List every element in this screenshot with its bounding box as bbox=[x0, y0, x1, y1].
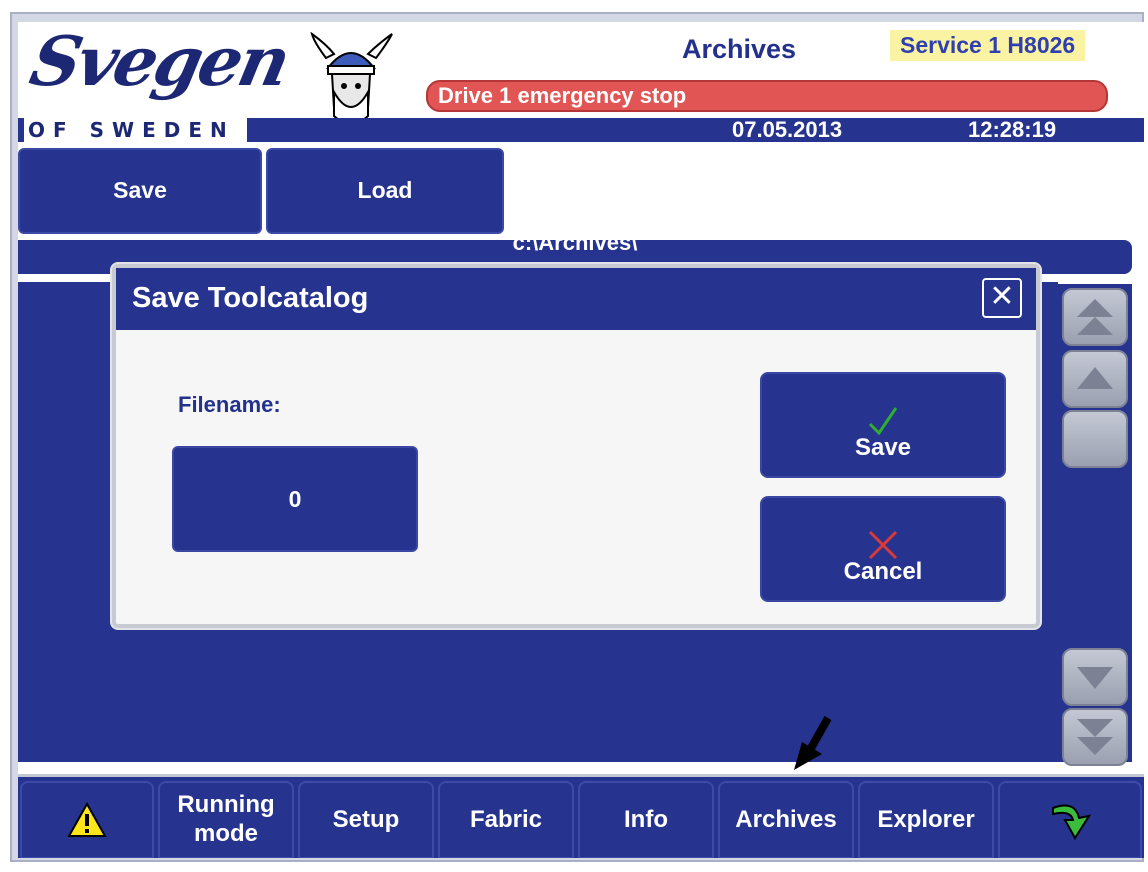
dialog-cancel-label: Cancel bbox=[843, 558, 923, 585]
service-badge: Service 1 H8026 bbox=[890, 30, 1086, 61]
nav-explorer[interactable]: Explorer bbox=[858, 781, 994, 858]
cross-icon bbox=[868, 530, 898, 560]
save-toolcatalog-dialog: Save Toolcatalog ✕ Filename: 0 Save Canc… bbox=[112, 264, 1040, 628]
filename-label: Filename: bbox=[178, 392, 281, 417]
alarm-banner[interactable]: Drive 1 emergency stop bbox=[426, 80, 1108, 112]
nav-setup[interactable]: Setup bbox=[298, 781, 434, 858]
scroll-up-button[interactable] bbox=[1062, 350, 1128, 408]
close-icon[interactable]: ✕ bbox=[982, 278, 1022, 318]
scroll-thumb[interactable] bbox=[1062, 410, 1128, 468]
return-arrow-icon bbox=[1052, 804, 1092, 840]
down-arrow-icon bbox=[1077, 667, 1113, 689]
nav-warning-button[interactable] bbox=[20, 781, 154, 858]
scroll-down-button[interactable] bbox=[1062, 648, 1128, 706]
up-arrow-icon bbox=[1077, 367, 1113, 389]
page-title: Archives bbox=[682, 34, 797, 64]
page-down-button[interactable] bbox=[1062, 708, 1128, 766]
date-display: 07.05.2013 bbox=[732, 117, 843, 142]
checkmark-icon bbox=[868, 407, 898, 436]
pointer-arrow-icon bbox=[794, 716, 832, 770]
brand-subtitle: OF SWEDEN bbox=[24, 118, 247, 142]
path-text: c:\Archives\ bbox=[512, 240, 638, 255]
header-status-bar: OF SWEDEN 07.05.2013 12:28:19 bbox=[18, 118, 1144, 142]
dialog-save-button[interactable]: Save bbox=[760, 372, 1006, 478]
nav-info[interactable]: Info bbox=[578, 781, 714, 858]
nav-fabric[interactable]: Fabric bbox=[438, 781, 574, 858]
save-archive-button[interactable]: Save bbox=[18, 148, 262, 234]
nav-running-mode[interactable]: Running mode bbox=[158, 781, 294, 858]
filename-field[interactable]: 0 bbox=[172, 446, 418, 552]
warning-icon bbox=[67, 802, 107, 837]
double-down-arrow-icon bbox=[1077, 719, 1113, 755]
brand-logo: Svegen bbox=[23, 22, 295, 102]
page-up-button[interactable] bbox=[1062, 288, 1128, 346]
double-up-arrow-icon bbox=[1077, 299, 1113, 335]
dialog-save-label: Save bbox=[854, 434, 912, 461]
hmi-screen: Svegen Archives Service 1 H8026 Drive 1 … bbox=[18, 22, 1144, 858]
bottom-navigation: Running mode Setup Fabric Info Archives … bbox=[18, 774, 1144, 858]
nav-archives[interactable]: Archives bbox=[718, 781, 854, 858]
scroll-column bbox=[1058, 284, 1132, 766]
load-archive-button[interactable]: Load bbox=[266, 148, 504, 234]
dialog-title: Save Toolcatalog bbox=[132, 282, 369, 314]
time-display: 12:28:19 bbox=[968, 117, 1057, 142]
nav-return-button[interactable] bbox=[998, 781, 1142, 858]
dialog-cancel-button[interactable]: Cancel bbox=[760, 496, 1006, 602]
dialog-title-bar: Save Toolcatalog ✕ bbox=[116, 268, 1036, 330]
